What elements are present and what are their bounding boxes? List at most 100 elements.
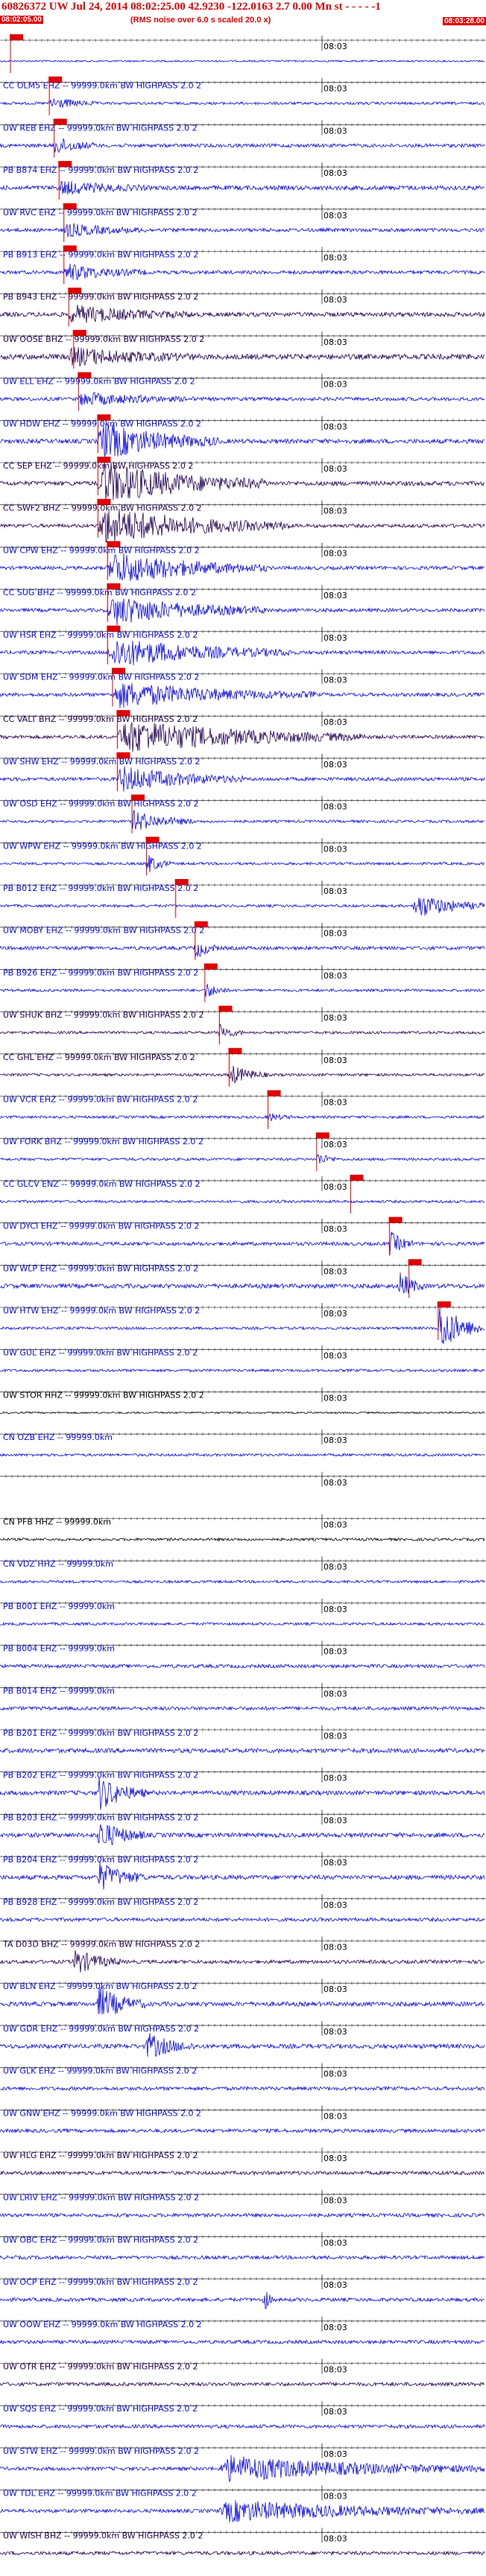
waveform-trace bbox=[0, 1861, 485, 1890]
waveform-trace bbox=[0, 1705, 485, 1711]
trace-label: PB B204 EHZ -- 99999.0km BW HIGHPASS 2.0… bbox=[3, 1855, 198, 1865]
waveform-trace bbox=[0, 897, 485, 916]
phase-pick-marker bbox=[408, 1259, 422, 1266]
minute-tick-label: 08:03 bbox=[324, 844, 347, 854]
start-time-label: 08:02:05.00 bbox=[0, 16, 43, 24]
trace-label: UW OOSE BHZ -- 99999.0km BW HIGHPASS 2.0… bbox=[3, 334, 204, 344]
waveform-trace bbox=[0, 2170, 485, 2176]
trace-label: PB B201 EHZ -- 99999.0km BW HIGHPASS 2.0… bbox=[3, 1728, 198, 1738]
phase-pick-marker bbox=[48, 76, 63, 83]
phase-pick-marker bbox=[10, 34, 24, 40]
waveform-trace bbox=[0, 1368, 485, 1373]
minute-tick-label: 08:03 bbox=[324, 1393, 347, 1403]
waveform-trace bbox=[0, 1023, 485, 1037]
minute-tick-label: 08:03 bbox=[324, 464, 347, 474]
minute-tick-label: 08:03 bbox=[324, 1689, 347, 1698]
trace-label: UW BLN EHZ -- 99999.0km BW HIGHPASS 2.0 … bbox=[3, 1982, 197, 1991]
phase-pick-marker bbox=[63, 245, 77, 252]
waveform-trace bbox=[0, 2128, 485, 2134]
minute-tick-label: 08:03 bbox=[324, 760, 347, 770]
trace-label: UW SHW EHZ -- 99999.0km BW HIGHPASS 2.0 … bbox=[3, 757, 201, 767]
minute-tick-label: 08:03 bbox=[324, 1013, 347, 1023]
waveform-trace bbox=[0, 683, 485, 708]
minute-tick-label: 08:03 bbox=[324, 1056, 347, 1065]
waveform-trace bbox=[0, 346, 485, 367]
minute-tick-label: 08:03 bbox=[324, 1182, 347, 1192]
phase-pick-marker bbox=[68, 288, 82, 294]
phase-pick-marker bbox=[107, 625, 121, 632]
minute-tick-label: 08:03 bbox=[324, 1605, 347, 1614]
minute-tick-label: 08:03 bbox=[324, 168, 347, 178]
waveform-trace bbox=[0, 1199, 485, 1204]
trace-label: UW LRIV EHZ -- 99999.0km BW HIGHPASS 2.0… bbox=[3, 2193, 199, 2203]
phase-pick-marker bbox=[388, 1216, 403, 1223]
waveform-trace bbox=[0, 1065, 485, 1084]
minute-tick-label: 08:03 bbox=[324, 422, 347, 431]
minute-tick-label: 08:03 bbox=[324, 1943, 347, 1952]
trace-label: CC VALT BHZ -- 99999.0km BW HIGHPASS 2.0… bbox=[3, 714, 198, 724]
waveform-trace bbox=[0, 1824, 485, 1845]
minute-tick-label: 08:03 bbox=[324, 2323, 347, 2332]
waveform-trace bbox=[0, 1231, 485, 1255]
waveform-trace bbox=[0, 509, 485, 543]
trace-label: PB B874 EHZ -- 99999.0km BW HIGHPASS 2.0… bbox=[3, 165, 198, 175]
trace-label: UW HSR EHZ -- 99999.0km BW HIGHPASS 2.0 … bbox=[3, 630, 198, 640]
waveform-trace bbox=[0, 1747, 485, 1754]
waveform-trace bbox=[0, 1777, 485, 1810]
phase-pick-marker bbox=[437, 1301, 451, 1307]
phase-pick-marker bbox=[174, 879, 189, 885]
phase-pick-marker bbox=[194, 921, 208, 927]
trace-label: UW OCP EHZ -- 99999.0km BW HIGHPASS 2.0 … bbox=[3, 2277, 198, 2287]
phase-pick-marker bbox=[107, 583, 121, 590]
trace-label: UW DYCI EHZ -- 99999.0km BW HIGHPASS 2.0… bbox=[3, 1222, 199, 1231]
waveform-trace bbox=[0, 1272, 485, 1294]
trace-label: CN OZB EHZ -- 99999.0km bbox=[3, 1433, 113, 1442]
waveform-trace bbox=[0, 1950, 485, 1973]
end-time-label: 08:03:28.00 bbox=[443, 17, 486, 25]
minute-tick-label: 08:03 bbox=[324, 886, 347, 896]
trace-label: UW OOW EHZ -- 99999.0km BW HIGHPASS 2.0 … bbox=[3, 2320, 202, 2329]
waveform-trace bbox=[0, 1154, 485, 1164]
waveform-trace bbox=[0, 2423, 485, 2430]
phase-pick-marker bbox=[315, 1132, 329, 1139]
waveform-trace bbox=[0, 983, 485, 997]
trace-label: UW GNW EHZ -- 99999.0km BW HIGHPASS 2.0 … bbox=[3, 2108, 201, 2118]
minute-tick-label: 08:03 bbox=[324, 1900, 347, 1910]
seismogram-plot: 08:03 08:03 CC OLM5 EHZ -- 99999.0km BW HI… bbox=[0, 34, 486, 2556]
minute-tick-label: 08:03 bbox=[324, 126, 347, 136]
trace-label: UW VCR EHZ -- 99999.0km BW HIGHPASS 2.0 … bbox=[3, 1095, 198, 1105]
minute-tick-label: 08:03 bbox=[324, 1520, 347, 1530]
trace-label: PB B202 EHZ -- 99999.0km BW HIGHPASS 2.0… bbox=[3, 1771, 198, 1780]
trace-label: PB B913 EHZ -- 99999.0km BW HIGHPASS 2.0… bbox=[3, 250, 198, 260]
minute-tick-label: 08:03 bbox=[324, 1309, 347, 1319]
minute-tick-label: 08:03 bbox=[324, 211, 347, 221]
trace-label: UW GDR EHZ -- 99999.0km BW HIGHPASS 2.0 … bbox=[3, 2024, 199, 2034]
minute-tick-label: 08:03 bbox=[324, 1478, 347, 1488]
minute-tick-label: 08:03 bbox=[324, 717, 347, 727]
minute-tick-label: 08:03 bbox=[324, 2407, 347, 2417]
waveform-trace bbox=[0, 553, 485, 581]
minute-tick-label: 08:03 bbox=[324, 507, 347, 516]
waveform-trace bbox=[0, 2032, 485, 2057]
trace-label: CC GHL EHZ -- 99999.0km BW HIGHPASS 2.0 … bbox=[3, 1053, 195, 1062]
trace-label: PB B004 EHZ -- 99999.0km bbox=[3, 1644, 115, 1654]
waveform-trace bbox=[0, 392, 485, 406]
waveform-trace bbox=[0, 98, 485, 108]
trace-label: UW GUL EHZ -- 99999.0km BW HIGHPASS 2.0 … bbox=[3, 1348, 198, 1358]
trace-label: CC SUG BHZ -- 99999.0km BW HIGHPASS 2.0 … bbox=[3, 588, 196, 597]
minute-tick-label: 08:03 bbox=[324, 1647, 347, 1657]
minute-tick-label: 08:03 bbox=[324, 1731, 347, 1741]
minute-tick-label: 08:03 bbox=[324, 929, 347, 939]
phase-pick-marker bbox=[116, 752, 130, 758]
minute-tick-label: 08:03 bbox=[324, 633, 347, 643]
trace-label: UW MOBY EHZ -- 99999.0km BW HIGHPASS 2.0… bbox=[3, 926, 204, 936]
trace-label: PB B926 EHZ -- 99999.0km BW HIGHPASS 2.0… bbox=[3, 968, 198, 977]
minute-tick-label: 08:03 bbox=[324, 2069, 347, 2079]
phase-pick-marker bbox=[203, 963, 218, 970]
waveform-trace bbox=[0, 263, 485, 281]
phase-pick-marker bbox=[228, 1047, 242, 1054]
phase-pick-marker bbox=[63, 203, 77, 209]
event-title: 60826372 UW Jul 24, 2014 08:02:25.00 42.… bbox=[1, 1, 381, 13]
plot-header: 60826372 UW Jul 24, 2014 08:02:25.00 42.… bbox=[0, 0, 486, 30]
waveform-trace bbox=[0, 1663, 485, 1669]
